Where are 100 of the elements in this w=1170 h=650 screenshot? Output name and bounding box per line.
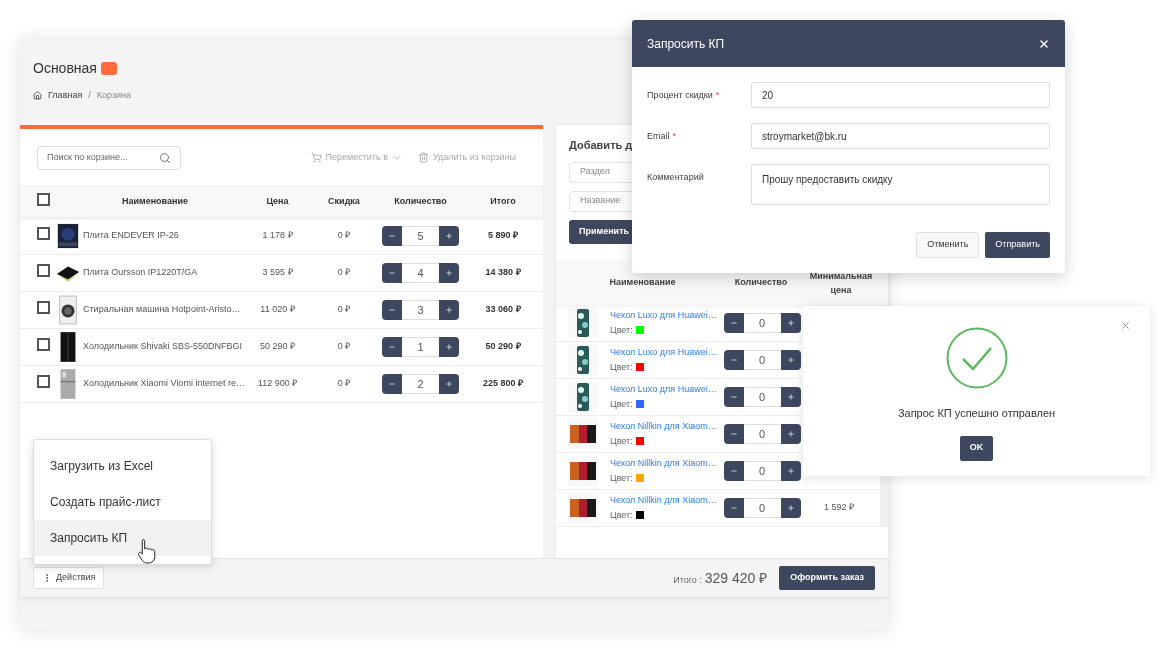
product-name[interactable]: Плита ENDEVER IP-26 [83, 229, 179, 243]
checkout-button[interactable]: Оформить заказ [779, 566, 875, 590]
plus-button[interactable] [439, 263, 459, 283]
actions-button[interactable]: Действия [33, 567, 105, 589]
minus-icon [729, 319, 738, 327]
column-header: Наименование [608, 276, 677, 290]
plus-button[interactable] [780, 424, 801, 444]
table-cell-text: 1 592 ₽ [823, 501, 855, 515]
product-link[interactable]: Чехол Luxo для Huawei… [610, 309, 720, 323]
total-label: Итого : [673, 573, 702, 587]
cancel-button[interactable]: Отменить [916, 232, 980, 258]
color-label: Цвет: [610, 434, 633, 448]
quantity-field[interactable]: 2 [402, 374, 439, 394]
plus-button[interactable] [780, 498, 801, 518]
minus-icon [729, 356, 738, 364]
plus-button[interactable] [780, 350, 801, 370]
column-header: Наименование [121, 195, 189, 209]
product-name[interactable]: Холодильник Xiaomi Viomi internet re… [83, 377, 245, 391]
total-value: 329 420 ₽ [704, 568, 768, 588]
column-header: Количество [393, 195, 448, 209]
product-link[interactable]: Чехол Nillkin для Xiaom… [610, 457, 720, 471]
required-mark: * [715, 89, 720, 102]
table-cell-text: 0 ₽ [336, 377, 352, 391]
required-mark: * [672, 130, 677, 143]
submit-button[interactable]: Отправить [985, 232, 1050, 258]
table-cell-text: 112 900 ₽ [256, 377, 299, 391]
minus-icon [729, 504, 738, 512]
plus-icon [445, 269, 453, 277]
plus-icon [445, 380, 453, 388]
quantity-field[interactable]: 0 [743, 498, 781, 518]
table-cell-text: 225 800 ₽ [481, 377, 524, 391]
minus-icon [729, 393, 738, 401]
plus-button[interactable] [439, 374, 459, 394]
table-cell-text: 0 ₽ [336, 340, 352, 354]
plus-icon [445, 343, 453, 351]
checkbox[interactable] [37, 264, 50, 278]
plus-button[interactable] [780, 387, 801, 407]
quantity-field[interactable]: 1 [402, 337, 439, 357]
quantity-field[interactable]: 3 [402, 300, 439, 320]
product-link[interactable]: Чехол Nillkin для Xiaom… [610, 420, 720, 434]
checkbox[interactable] [37, 301, 50, 315]
minus-button[interactable] [723, 461, 744, 481]
home-icon [33, 91, 42, 101]
product-link[interactable]: Чехол Luxo для Huawei… [610, 383, 720, 397]
plus-button[interactable] [780, 313, 801, 333]
product-link[interactable]: Чехол Nillkin для Xiaom… [610, 494, 720, 508]
cart-icon [310, 152, 322, 163]
minus-button[interactable] [723, 387, 744, 407]
minus-button[interactable] [723, 424, 744, 444]
quantity-field[interactable]: 4 [402, 263, 439, 283]
minus-button[interactable] [723, 350, 744, 370]
color-label: Цвет: [610, 323, 633, 337]
minus-button[interactable] [723, 313, 744, 333]
product-name[interactable]: Стиральная машина Hotpoint-Aristo… [83, 303, 241, 317]
search-icon [159, 151, 171, 164]
quantity-field[interactable]: 0 [743, 387, 781, 407]
quantity-field[interactable]: 0 [743, 424, 781, 444]
breadcrumb-separator: / [88, 89, 91, 102]
search-field[interactable]: Поиск по корзине... [37, 145, 181, 170]
menu-item[interactable]: Запросить КП [34, 520, 211, 556]
menu-item[interactable]: Создать прайс-лист [34, 484, 211, 520]
success-check-icon [945, 327, 1008, 389]
quantity-field[interactable]: 0 [743, 350, 781, 370]
plus-icon [786, 430, 795, 438]
product-name[interactable]: Холодильник Shivaki SBS-550DNFBGI [83, 340, 243, 354]
table-cell-text: 33 060 ₽ [484, 303, 522, 317]
menu-item[interactable]: Загрузить из Excel [34, 448, 211, 484]
table-cell-text: 50 290 ₽ [484, 340, 522, 354]
plus-icon [445, 306, 453, 314]
quantity-field[interactable]: 0 [743, 313, 781, 333]
table-cell-text: 3 595 ₽ [261, 266, 294, 280]
field-label: Процент скидки [647, 89, 713, 102]
checkbox[interactable] [37, 227, 50, 241]
quantity-field[interactable]: 5 [402, 226, 439, 246]
quantity-field[interactable]: 0 [743, 461, 781, 481]
ok-button[interactable]: OK [960, 435, 993, 461]
minus-icon [388, 343, 396, 351]
plus-button[interactable] [439, 226, 459, 246]
checkbox[interactable] [37, 193, 50, 207]
checkbox[interactable] [37, 338, 50, 352]
plus-button[interactable] [439, 300, 459, 320]
close-icon[interactable] [1038, 37, 1050, 50]
text-field[interactable]: 20 [751, 82, 1050, 108]
breadcrumb-item[interactable]: Главная [48, 89, 83, 103]
comment-field[interactable]: Прошу предоставить скидку [751, 164, 1050, 205]
minus-button[interactable] [723, 498, 744, 518]
plus-button[interactable] [439, 337, 459, 357]
checkbox[interactable] [37, 375, 50, 389]
text-field[interactable]: stroymarket@bk.ru [751, 123, 1050, 149]
color-label: Цвет: [610, 508, 633, 522]
minus-icon [729, 467, 738, 475]
minus-icon [388, 232, 396, 240]
product-link[interactable]: Чехол Luxo для Huawei… [610, 346, 720, 360]
product-name[interactable]: Плита Oursson IP1220T/GA [83, 266, 198, 280]
plus-button[interactable] [780, 461, 801, 481]
page-title: Основная [33, 59, 97, 78]
table-cell-text: 50 290 ₽ [259, 340, 296, 354]
color-label: Цвет: [610, 397, 633, 411]
table-cell-text: 11 020 ₽ [259, 303, 296, 317]
plus-icon [445, 232, 453, 240]
